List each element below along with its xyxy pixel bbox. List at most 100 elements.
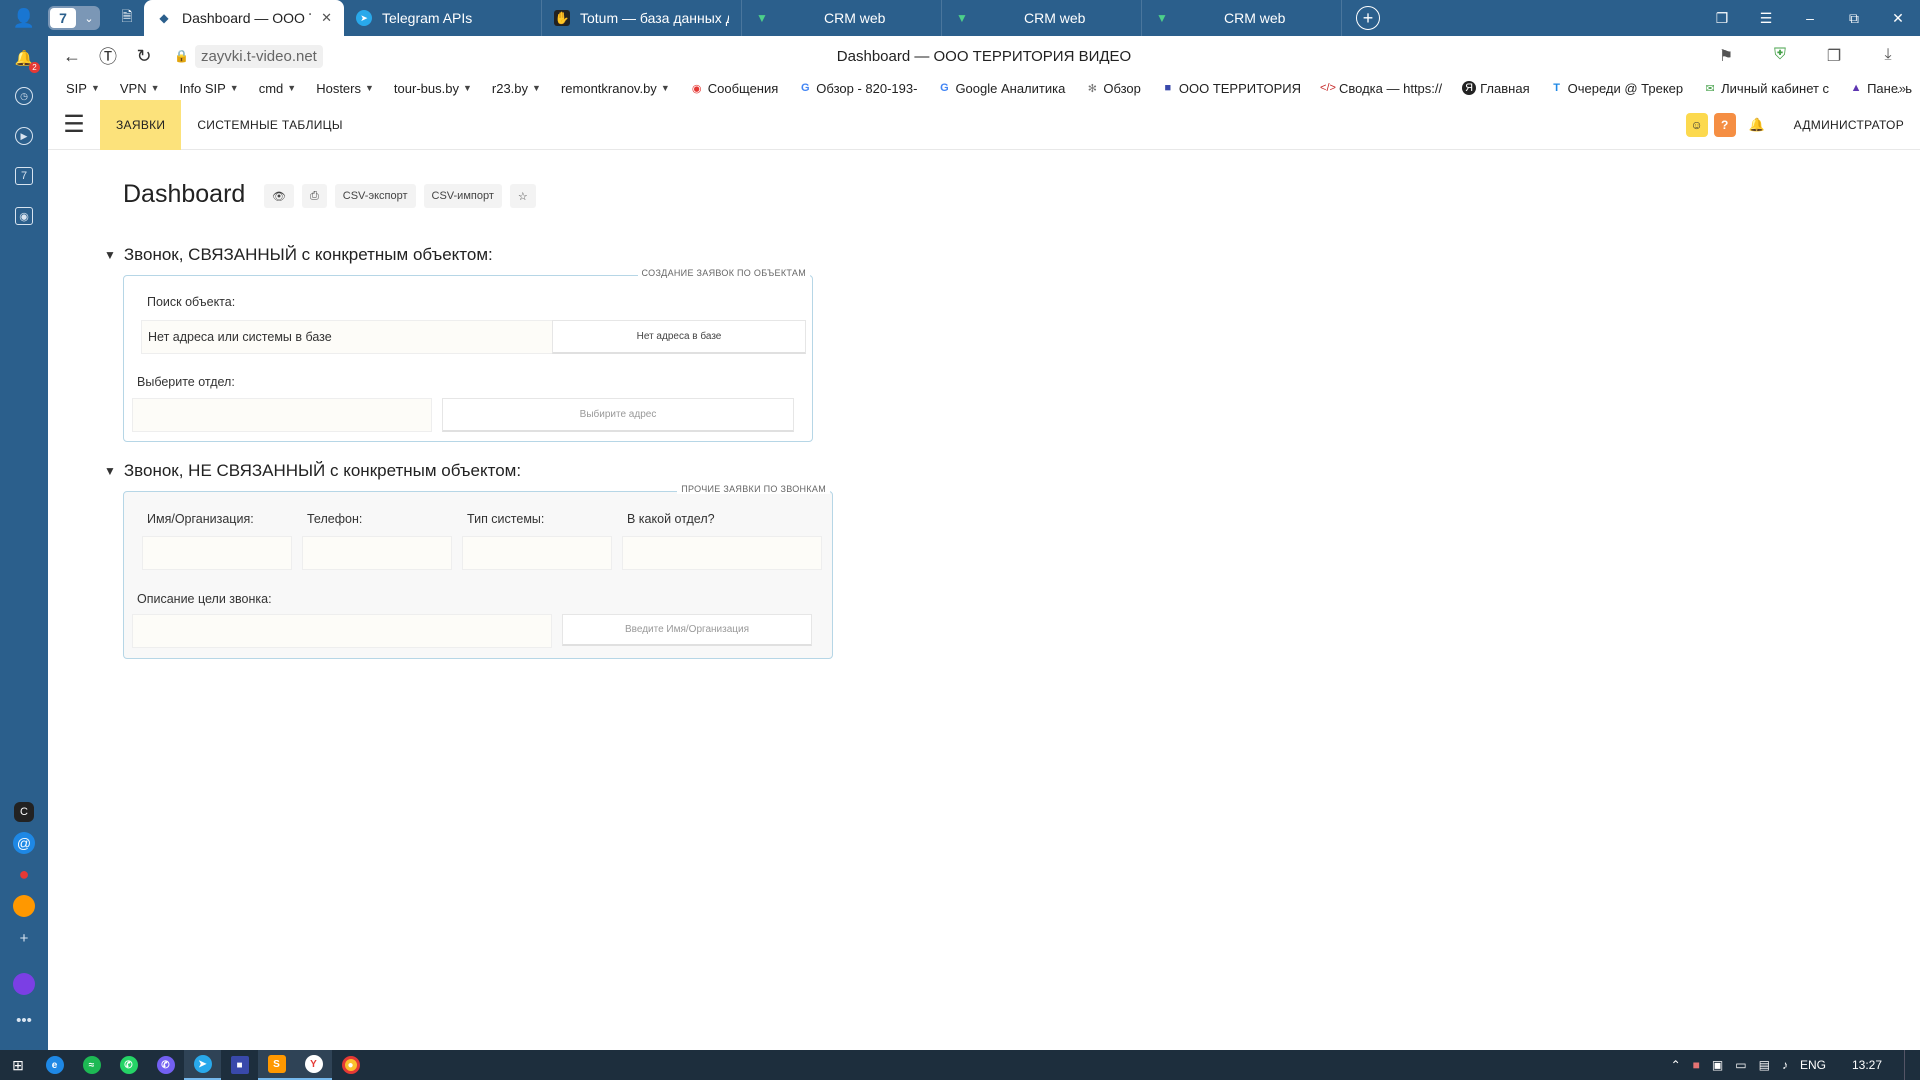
- play-icon[interactable]: ▶: [12, 124, 36, 148]
- viber-icon[interactable]: ✆: [147, 1050, 184, 1080]
- bookmark-tracker[interactable]: T Очереди @ Трекер: [1550, 81, 1683, 96]
- tab-crm-2[interactable]: ▼ CRM web: [942, 0, 1142, 36]
- user-name[interactable]: АДМИНИСТРАТОР: [1794, 118, 1904, 132]
- volume-icon[interactable]: ♪: [1782, 1058, 1788, 1072]
- system-type-select[interactable]: [462, 536, 612, 570]
- page-title: Dashboard: [123, 180, 246, 208]
- yandex-browser-icon[interactable]: Y: [295, 1050, 332, 1080]
- tray-app-icon[interactable]: ■: [1693, 1058, 1700, 1072]
- maps-pin-icon[interactable]: ●: [12, 862, 36, 886]
- close-window-icon[interactable]: ✕: [1876, 0, 1920, 36]
- extensions-icon[interactable]: ❐: [1816, 46, 1852, 66]
- choose-address-button[interactable]: Выбирите адрес: [442, 398, 794, 432]
- search-object-input[interactable]: Нет адреса или системы в базе: [141, 320, 566, 354]
- bookmark-yandex-main[interactable]: Я Главная: [1462, 81, 1530, 96]
- close-icon[interactable]: ✕: [321, 10, 332, 26]
- tray-expand-icon[interactable]: ⌃: [1671, 1058, 1681, 1072]
- tab-crm-3[interactable]: ▼ CRM web: [1142, 0, 1342, 36]
- tab-totum[interactable]: ✋ Totum — база данных для бизнеса: [542, 0, 742, 36]
- bookmark-summary[interactable]: </> Сводка — https://: [1320, 81, 1442, 96]
- print-icon[interactable]: ⎙: [301, 184, 327, 208]
- new-tab-plus-icon[interactable]: +: [1356, 6, 1380, 30]
- bookmark-google-analytics[interactable]: G Google Аналитика: [937, 81, 1065, 96]
- notifications-bell-icon[interactable]: 🔔 2: [12, 46, 40, 73]
- c-app-icon[interactable]: C: [12, 800, 36, 824]
- bookmark-overview[interactable]: ✻ Обзор: [1085, 81, 1141, 96]
- add-panel-icon[interactable]: +: [12, 926, 36, 950]
- file-icon[interactable]: 🗎: [110, 0, 144, 36]
- bookmark-messages[interactable]: ◉ Сообщения: [690, 81, 778, 96]
- tab-telegram[interactable]: ➤ Telegram APIs: [344, 0, 542, 36]
- star-icon[interactable]: ☆: [509, 184, 536, 208]
- no-address-button[interactable]: Нет адреса в базе: [552, 320, 806, 354]
- chrome-icon[interactable]: ●: [332, 1050, 369, 1080]
- name-org-input[interactable]: [142, 536, 292, 570]
- whatsapp-icon[interactable]: ✆: [110, 1050, 147, 1080]
- calendar-icon[interactable]: 7: [12, 164, 36, 188]
- phone-input[interactable]: [302, 536, 452, 570]
- screenshot-icon[interactable]: ◉: [12, 204, 36, 228]
- menu-icon[interactable]: ☰: [1744, 0, 1788, 36]
- nav-tab-requests[interactable]: ЗАЯВКИ: [100, 99, 182, 150]
- protect-shield-icon[interactable]: ⛨: [1762, 46, 1798, 66]
- nav-tab-system-tables[interactable]: СИСТЕМНЫЕ ТАБЛИЦЫ: [181, 100, 358, 150]
- more-dots-icon[interactable]: •••: [12, 1008, 36, 1032]
- reload-icon[interactable]: ↻: [126, 46, 162, 67]
- bookmark-ads-overview[interactable]: G Обзор - 820-193-: [798, 81, 917, 96]
- bookmarks-more-icon[interactable]: »: [1898, 80, 1906, 96]
- show-desktop[interactable]: [1904, 1050, 1908, 1080]
- search-object-label: Поиск объекта:: [147, 295, 236, 309]
- bookmark-folder-info-sip[interactable]: Info SIP ▼: [180, 81, 239, 96]
- tab-count-widget[interactable]: 7 ⌄: [48, 6, 100, 30]
- chevron-down-icon: ▼: [287, 83, 297, 93]
- collections-icon[interactable]: ❐: [1700, 0, 1744, 36]
- bookmark-folder-tour-bus[interactable]: tour-bus.by ▼: [394, 81, 472, 96]
- download-icon[interactable]: ⤓: [1870, 46, 1906, 66]
- url-field[interactable]: zayvki.t-video.net: [194, 44, 323, 68]
- save-disk-icon[interactable]: ■: [221, 1050, 258, 1080]
- back-arrow-icon[interactable]: ←: [54, 46, 90, 67]
- target-dept-select[interactable]: [622, 536, 822, 570]
- tab-crm-1[interactable]: ▼ CRM web: [742, 0, 942, 36]
- tab-dashboard[interactable]: ◆ Dashboard — ООО ТЕРРИТОРИЯ ВИДЕО ✕: [144, 0, 344, 36]
- spotify-icon[interactable]: ≈: [73, 1050, 110, 1080]
- csv-export-button[interactable]: CSV-экспорт: [334, 184, 416, 208]
- sublime-icon[interactable]: S: [258, 1050, 295, 1080]
- bookmark-folder-hosters[interactable]: Hosters ▼: [316, 81, 374, 96]
- zen-app-icon[interactable]: [12, 894, 36, 918]
- hamburger-menu-icon[interactable]: ☰: [48, 100, 100, 150]
- edge-icon[interactable]: e: [36, 1050, 73, 1080]
- tray-battery-icon[interactable]: ▭: [1735, 1058, 1746, 1072]
- call-description-input[interactable]: [132, 614, 552, 648]
- submit-other-request-button[interactable]: Введите Имя/Организация: [562, 614, 812, 646]
- help-icon[interactable]: ?: [1713, 112, 1736, 137]
- bookmark-folder-remontkranov[interactable]: remontkranov.by ▼: [561, 81, 670, 96]
- csv-import-button[interactable]: CSV-импорт: [423, 184, 502, 208]
- section-linked-call-toggle[interactable]: ▼ Звонок, СВЯЗАННЫЙ с конкретным объекто…: [104, 245, 493, 265]
- hide-eye-icon[interactable]: 👁: [264, 184, 294, 208]
- clock[interactable]: 13:27: [1852, 1058, 1882, 1072]
- dept-select[interactable]: [132, 398, 432, 432]
- user-icon[interactable]: ☺: [1685, 112, 1708, 137]
- bell-icon[interactable]: 🔔: [1746, 113, 1768, 137]
- bookmark-company[interactable]: ■ ООО ТЕРРИТОРИЯ: [1161, 81, 1301, 96]
- bookmark-folder-sip[interactable]: SIP ▼: [66, 81, 100, 96]
- language-indicator[interactable]: ENG: [1800, 1058, 1826, 1072]
- mail-at-icon[interactable]: @: [12, 831, 36, 855]
- bookmark-icon[interactable]: ⚑: [1708, 46, 1744, 66]
- yandex-icon[interactable]: Ⓣ: [90, 43, 126, 69]
- profile-icon[interactable]: 👤: [0, 0, 48, 36]
- alice-assistant-icon[interactable]: [12, 972, 36, 996]
- bookmark-cabinet[interactable]: ✉ Личный кабинет с: [1703, 81, 1830, 96]
- restore-icon[interactable]: ⧉: [1832, 0, 1876, 36]
- bookmark-folder-cmd[interactable]: cmd ▼: [259, 81, 296, 96]
- bookmark-folder-vpn[interactable]: VPN ▼: [120, 81, 160, 96]
- network-icon[interactable]: ▤: [1759, 1058, 1770, 1072]
- bookmark-folder-r23[interactable]: r23.by ▼: [492, 81, 541, 96]
- tray-bus-icon[interactable]: ▣: [1712, 1058, 1723, 1072]
- windows-start-icon[interactable]: ⊞: [0, 1057, 36, 1074]
- telegram-icon[interactable]: ➤: [184, 1050, 221, 1080]
- minimize-icon[interactable]: –: [1788, 0, 1832, 36]
- history-clock-icon[interactable]: ◷: [12, 84, 36, 108]
- section-unlinked-call-toggle[interactable]: ▼ Звонок, НЕ СВЯЗАННЫЙ с конкретным объе…: [104, 461, 521, 481]
